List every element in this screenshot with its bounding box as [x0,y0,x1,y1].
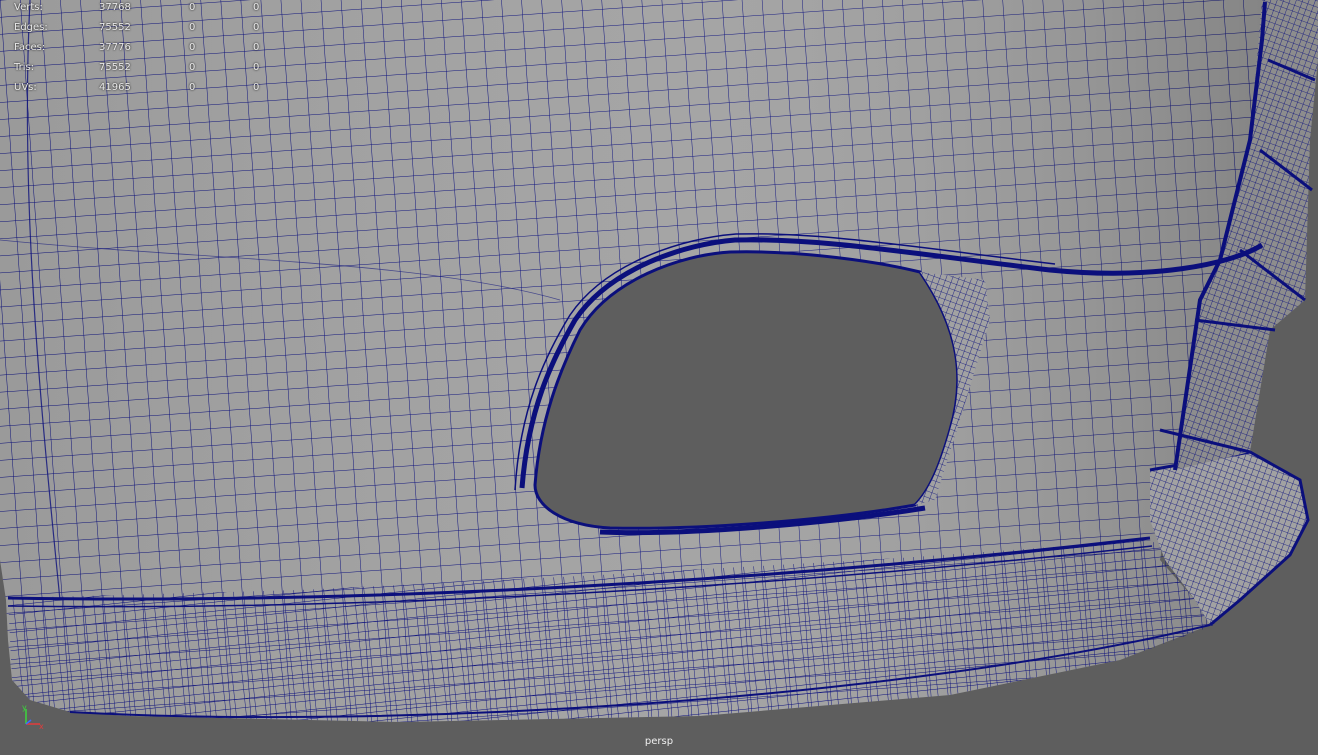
hud-row-tris: Tris: 75552 0 0 [0,60,280,80]
hud-label: Verts: [14,2,43,13]
hud-label: Tris: [14,62,35,73]
x-axis-label: x [39,722,44,730]
axis-gizmo-icon: y x [22,703,44,730]
hud-total: 75552 [99,62,131,73]
hud-total: 37776 [99,42,131,53]
hud-selected: 0 [189,42,196,53]
hud-label: Faces: [14,42,46,53]
hud-selected: 0 [189,22,196,33]
hud-selected: 0 [189,2,196,13]
hud-label: Edges: [14,22,48,33]
hud-row-edges: Edges: 75552 0 0 [0,20,280,40]
hud-total: 75552 [99,22,131,33]
hud-row-faces: Faces: 37776 0 0 [0,40,280,60]
y-axis-label: y [22,703,27,712]
viewport-panel[interactable]: Verts: 37768 0 0 Edges: 75552 0 0 Faces:… [0,0,1318,755]
hud-row-verts: Verts: 37768 0 0 [0,0,280,20]
hud-component: 0 [253,82,260,93]
hud-component: 0 [253,2,260,13]
hud-label: UVs: [14,82,37,93]
camera-name-label: persp [644,736,674,747]
mesh-wireframe[interactable] [0,0,1318,755]
hud-selected: 0 [189,82,196,93]
hud-component: 0 [253,42,260,53]
hud-row-uvs: UVs: 41965 0 0 [0,80,280,100]
poly-count-hud: Verts: 37768 0 0 Edges: 75552 0 0 Faces:… [0,0,280,100]
hud-component: 0 [253,62,260,73]
hud-selected: 0 [189,62,196,73]
hud-total: 37768 [99,2,131,13]
hud-component: 0 [253,22,260,33]
hud-total: 41965 [99,82,131,93]
